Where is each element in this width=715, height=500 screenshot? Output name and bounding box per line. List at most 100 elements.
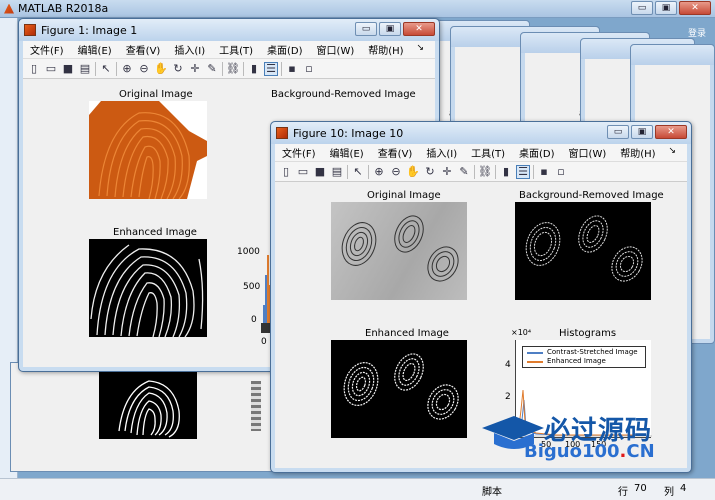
- hist-exponent-label: ×10⁴: [511, 328, 532, 337]
- open-icon[interactable]: ▭: [296, 165, 310, 179]
- pointer-icon[interactable]: ↖: [99, 62, 113, 76]
- toolbar-separator: [281, 61, 282, 76]
- partial-histogram: [251, 381, 261, 431]
- figure-1-restore-button[interactable]: ▣: [379, 22, 401, 36]
- axis-title-original: Original Image: [119, 89, 193, 100]
- save-icon[interactable]: ■: [61, 62, 75, 76]
- toolbar-separator: [222, 61, 223, 76]
- brush-icon[interactable]: ✎: [205, 62, 219, 76]
- hist-y-tick-2: 2: [505, 392, 511, 402]
- figure-10-title: Figure 10: Image 10: [293, 126, 404, 140]
- menu-file[interactable]: 文件(F): [23, 42, 71, 57]
- link-icon[interactable]: ⛓: [478, 165, 492, 179]
- pointer-icon[interactable]: ↖: [351, 165, 365, 179]
- toolbar-separator: [116, 61, 117, 76]
- zoom-in-icon[interactable]: ⊕: [120, 62, 134, 76]
- toolbar-separator: [243, 61, 244, 76]
- hist-y-tick-0: 0: [251, 315, 257, 325]
- zoom-out-icon[interactable]: ⊖: [389, 165, 403, 179]
- figure-10-menu-bar: 文件(F) 编辑(E) 查看(V) 插入(I) 工具(T) 桌面(D) 窗口(W…: [275, 144, 687, 162]
- brush-icon[interactable]: ✎: [457, 165, 471, 179]
- menu-insert[interactable]: 插入(I): [419, 145, 464, 160]
- hide-plot-tools-icon[interactable]: ▪: [285, 62, 299, 76]
- menu-desktop[interactable]: 桌面(D): [512, 145, 562, 160]
- enhanced-fingerprint-image: [89, 239, 207, 337]
- matlab-minimize-button[interactable]: ▭: [631, 1, 653, 15]
- menu-file[interactable]: 文件(F): [275, 145, 323, 160]
- colorbar-icon[interactable]: ▮: [247, 62, 261, 76]
- figure-1-close-button[interactable]: ✕: [403, 22, 435, 36]
- figure-1-minimize-button[interactable]: ▭: [355, 22, 377, 36]
- figure-10-restore-button[interactable]: ▣: [631, 125, 653, 139]
- menu-edit[interactable]: 编辑(E): [323, 145, 371, 160]
- axis-title-enhanced: Enhanced Image: [113, 227, 197, 238]
- menu-tools[interactable]: 工具(T): [212, 42, 260, 57]
- data-cursor-icon[interactable]: ✛: [188, 62, 202, 76]
- background-figure-lower-strip: [10, 362, 280, 472]
- menu-help[interactable]: 帮助(H): [613, 145, 662, 160]
- watermark-english: Biguo100.CN: [524, 441, 655, 462]
- matlab-title-bar: MATLAB R2018a ▭ ▣ ✕: [0, 0, 715, 18]
- figure-icon: [24, 24, 36, 36]
- legend-swatch-contrast: [527, 352, 543, 354]
- status-row-label: 行: [618, 487, 628, 498]
- matlab-logo-icon: [4, 3, 14, 14]
- pan-icon[interactable]: ✋: [154, 62, 168, 76]
- menu-insert[interactable]: 插入(I): [167, 42, 212, 57]
- figure-1-title: Figure 1: Image 1: [41, 23, 138, 37]
- matlab-close-button[interactable]: ✕: [679, 1, 711, 15]
- axis-title-enhanced: Enhanced Image: [365, 328, 449, 339]
- menu-help[interactable]: 帮助(H): [361, 42, 410, 57]
- menu-tools[interactable]: 工具(T): [464, 145, 512, 160]
- link-icon[interactable]: ⛓: [226, 62, 240, 76]
- open-icon[interactable]: ▭: [44, 62, 58, 76]
- show-plot-tools-icon[interactable]: ▫: [302, 62, 316, 76]
- hide-plot-tools-icon[interactable]: ▪: [537, 165, 551, 179]
- toolbar-separator: [533, 164, 534, 179]
- status-row-value: 70: [634, 483, 647, 494]
- menu-window[interactable]: 窗口(W): [562, 145, 614, 160]
- status-col-value: 4: [680, 483, 687, 494]
- zoom-in-icon[interactable]: ⊕: [372, 165, 386, 179]
- menu-view[interactable]: 查看(V): [119, 42, 168, 57]
- new-figure-icon[interactable]: ▯: [279, 165, 293, 179]
- axis-title-background-removed: Background-Removed Image: [271, 89, 416, 100]
- figure-10-minimize-button[interactable]: ▭: [607, 125, 629, 139]
- menu-view[interactable]: 查看(V): [371, 145, 420, 160]
- fingerprint-image-background: [99, 371, 197, 439]
- enhanced-fingerprints-image: [331, 340, 467, 438]
- figure-10-title-bar[interactable]: Figure 10: Image 10 ▭ ▣ ✕: [271, 122, 691, 144]
- show-plot-tools-icon[interactable]: ▫: [554, 165, 568, 179]
- matlab-window-title: MATLAB R2018a: [18, 2, 109, 15]
- save-icon[interactable]: ■: [313, 165, 327, 179]
- print-icon[interactable]: ▤: [330, 165, 344, 179]
- figure-1-menu-bar: 文件(F) 编辑(E) 查看(V) 插入(I) 工具(T) 桌面(D) 窗口(W…: [23, 41, 435, 59]
- figure-1-title-bar[interactable]: Figure 1: Image 1 ▭ ▣ ✕: [19, 19, 439, 41]
- colorbar-icon[interactable]: ▮: [499, 165, 513, 179]
- rotate-icon[interactable]: ↻: [423, 165, 437, 179]
- zoom-out-icon[interactable]: ⊖: [137, 62, 151, 76]
- dock-icon[interactable]: ↘: [409, 43, 431, 53]
- figure-10-close-button[interactable]: ✕: [655, 125, 687, 139]
- rotate-icon[interactable]: ↻: [171, 62, 185, 76]
- print-icon[interactable]: ▤: [78, 62, 92, 76]
- menu-edit[interactable]: 编辑(E): [71, 42, 119, 57]
- dock-icon[interactable]: ↘: [661, 146, 683, 156]
- matlab-restore-button[interactable]: ▣: [655, 1, 677, 15]
- histogram-legend: Contrast-Stretched Image Enhanced Image: [522, 346, 646, 368]
- watermark-logo: 必过源码 Biguo100.CN: [480, 408, 690, 468]
- watermark-english-tld: CN: [626, 441, 655, 462]
- legend-icon[interactable]: ☰: [516, 164, 530, 179]
- menu-desktop[interactable]: 桌面(D): [260, 42, 310, 57]
- matlab-status-bar: 脚本 行 70 列 4: [0, 478, 715, 500]
- toolbar-separator: [347, 164, 348, 179]
- original-fingerprint-image: [89, 101, 207, 199]
- legend-icon[interactable]: ☰: [264, 61, 278, 76]
- legend-label-enhanced: Enhanced Image: [547, 357, 606, 365]
- new-figure-icon[interactable]: ▯: [27, 62, 41, 76]
- original-fingerprints-image: [331, 202, 467, 300]
- data-cursor-icon[interactable]: ✛: [440, 165, 454, 179]
- pan-icon[interactable]: ✋: [406, 165, 420, 179]
- menu-window[interactable]: 窗口(W): [310, 42, 362, 57]
- status-col-label: 列: [664, 487, 674, 498]
